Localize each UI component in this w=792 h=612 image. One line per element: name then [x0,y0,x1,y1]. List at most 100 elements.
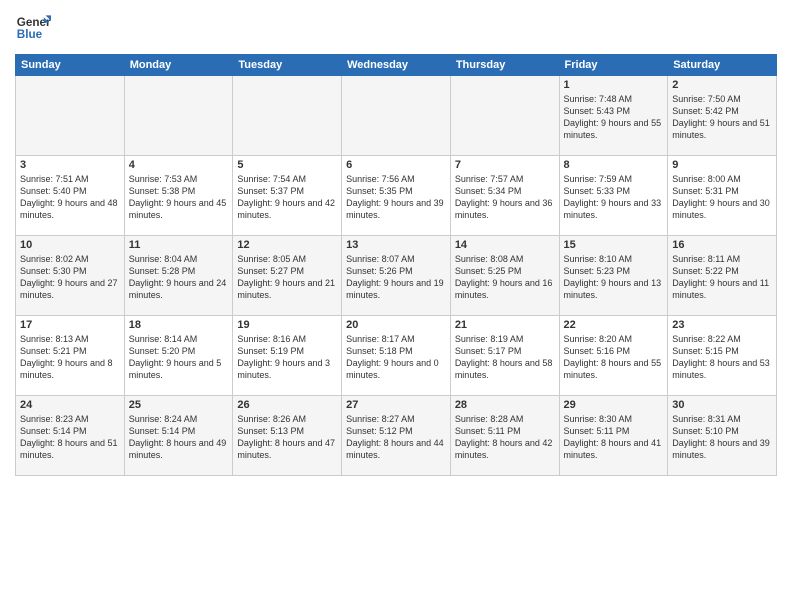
day-info: Sunrise: 8:05 AMSunset: 5:27 PMDaylight:… [237,253,337,302]
day-number: 21 [455,319,555,331]
day-number: 24 [20,399,120,411]
day-number: 14 [455,239,555,251]
calendar-cell-26: 26Sunrise: 8:26 AMSunset: 5:13 PMDayligh… [233,396,342,476]
weekday-header-saturday: Saturday [668,55,777,76]
calendar-cell-24: 24Sunrise: 8:23 AMSunset: 5:14 PMDayligh… [16,396,125,476]
day-info: Sunrise: 8:02 AMSunset: 5:30 PMDaylight:… [20,253,120,302]
calendar-cell-5: 5Sunrise: 7:54 AMSunset: 5:37 PMDaylight… [233,156,342,236]
logo-icon: General Blue [15,10,51,46]
day-info: Sunrise: 8:11 AMSunset: 5:22 PMDaylight:… [672,253,772,302]
day-number: 29 [564,399,664,411]
calendar-cell-20: 20 Sunrise: 8:17 AMSunset: 5:18 PMDayligh… [342,316,451,396]
calendar-cell-30: 30 Sunrise: 8:31 AMSunset: 5:10 PMDayligh… [668,396,777,476]
day-number: 19 [237,319,337,331]
day-number: 23 [672,319,772,331]
day-info: Sunrise: 7:51 AMSunset: 5:40 PMDaylight:… [20,173,120,222]
calendar-cell-11: 11 Sunrise: 8:04 AMSunset: 5:28 PMDayligh… [124,236,233,316]
svg-text:Blue: Blue [17,28,43,41]
calendar-cell-29: 29 Sunrise: 8:30 AMSunset: 5:11 PMDayligh… [559,396,668,476]
calendar-cell-25: 25 Sunrise: 8:24 AMSunset: 5:14 PMDayligh… [124,396,233,476]
day-info: Sunrise: 7:48 AMSunset: 5:43 PMDaylight:… [564,93,664,142]
weekday-header-friday: Friday [559,55,668,76]
calendar-cell-empty [233,76,342,156]
day-info: Sunrise: 7:59 AMSunset: 5:33 PMDaylight:… [564,173,664,222]
calendar-cell-17: 17 Sunrise: 8:13 AMSunset: 5:21 PMDayligh… [16,316,125,396]
day-number: 25 [129,399,229,411]
day-info: Sunrise: 8:13 AMSunset: 5:21 PMDaylight:… [20,333,120,382]
day-number: 22 [564,319,664,331]
calendar-cell-27: 27 Sunrise: 8:27 AMSunset: 5:12 PMDayligh… [342,396,451,476]
calendar-table: SundayMondayTuesdayWednesdayThursdayFrid… [15,54,777,476]
calendar-cell-4: 4Sunrise: 7:53 AMSunset: 5:38 PMDaylight… [124,156,233,236]
weekday-header-thursday: Thursday [450,55,559,76]
calendar-cell-1: 1 Sunrise: 7:48 AMSunset: 5:43 PMDaylight… [559,76,668,156]
day-info: Sunrise: 8:24 AMSunset: 5:14 PMDaylight:… [129,413,229,462]
day-info: Sunrise: 8:19 AMSunset: 5:17 PMDaylight:… [455,333,555,382]
calendar-cell-14: 14 Sunrise: 8:08 AMSunset: 5:25 PMDayligh… [450,236,559,316]
logo: General Blue [15,10,51,46]
day-number: 3 [20,159,120,171]
day-number: 11 [129,239,229,251]
day-info: Sunrise: 8:10 AMSunset: 5:23 PMDaylight:… [564,253,664,302]
calendar-cell-18: 18 Sunrise: 8:14 AMSunset: 5:20 PMDayligh… [124,316,233,396]
day-info: Sunrise: 8:17 AMSunset: 5:18 PMDaylight:… [346,333,446,382]
day-info: Sunrise: 8:14 AMSunset: 5:20 PMDaylight:… [129,333,229,382]
day-number: 4 [129,159,229,171]
day-number: 18 [129,319,229,331]
day-info: Sunrise: 7:50 AMSunset: 5:42 PMDaylight:… [672,93,772,142]
header: General Blue [15,10,777,46]
calendar-cell-13: 13 Sunrise: 8:07 AMSunset: 5:26 PMDayligh… [342,236,451,316]
day-number: 13 [346,239,446,251]
day-number: 7 [455,159,555,171]
calendar-cell-10: 10 Sunrise: 8:02 AMSunset: 5:30 PMDayligh… [16,236,125,316]
day-info: Sunrise: 8:22 AMSunset: 5:15 PMDaylight:… [672,333,772,382]
day-info: Sunrise: 8:27 AMSunset: 5:12 PMDaylight:… [346,413,446,462]
day-info: Sunrise: 8:08 AMSunset: 5:25 PMDaylight:… [455,253,555,302]
weekday-header-monday: Monday [124,55,233,76]
day-info: Sunrise: 8:31 AMSunset: 5:10 PMDaylight:… [672,413,772,462]
day-info: Sunrise: 8:28 AMSunset: 5:11 PMDaylight:… [455,413,555,462]
weekday-header-sunday: Sunday [16,55,125,76]
calendar-cell-7: 7Sunrise: 7:57 AMSunset: 5:34 PMDaylight… [450,156,559,236]
calendar-cell-empty [342,76,451,156]
calendar-cell-22: 22 Sunrise: 8:20 AMSunset: 5:16 PMDayligh… [559,316,668,396]
day-info: Sunrise: 8:00 AMSunset: 5:31 PMDaylight:… [672,173,772,222]
day-info: Sunrise: 8:07 AMSunset: 5:26 PMDaylight:… [346,253,446,302]
calendar-cell-19: 19Sunrise: 8:16 AMSunset: 5:19 PMDayligh… [233,316,342,396]
week-row-2: 10 Sunrise: 8:02 AMSunset: 5:30 PMDayligh… [16,236,777,316]
day-number: 15 [564,239,664,251]
calendar-cell-2: 2 Sunrise: 7:50 AMSunset: 5:42 PMDaylight… [668,76,777,156]
calendar-cell-empty [124,76,233,156]
day-number: 8 [564,159,664,171]
day-number: 12 [237,239,337,251]
calendar-cell-9: 9 Sunrise: 8:00 AMSunset: 5:31 PMDaylight… [668,156,777,236]
day-number: 27 [346,399,446,411]
calendar-cell-3: 3 Sunrise: 7:51 AMSunset: 5:40 PMDaylight… [16,156,125,236]
calendar-cell-16: 16 Sunrise: 8:11 AMSunset: 5:22 PMDayligh… [668,236,777,316]
day-number: 30 [672,399,772,411]
day-number: 6 [346,159,446,171]
weekday-header-wednesday: Wednesday [342,55,451,76]
calendar-cell-empty [16,76,125,156]
day-number: 9 [672,159,772,171]
week-row-1: 3 Sunrise: 7:51 AMSunset: 5:40 PMDaylight… [16,156,777,236]
day-info: Sunrise: 7:56 AMSunset: 5:35 PMDaylight:… [346,173,446,222]
day-number: 5 [237,159,337,171]
day-info: Sunrise: 8:26 AMSunset: 5:13 PMDaylight:… [237,413,337,462]
calendar-cell-12: 12 Sunrise: 8:05 AMSunset: 5:27 PMDayligh… [233,236,342,316]
weekday-header-tuesday: Tuesday [233,55,342,76]
day-number: 10 [20,239,120,251]
day-number: 17 [20,319,120,331]
calendar-cell-8: 8 Sunrise: 7:59 AMSunset: 5:33 PMDaylight… [559,156,668,236]
day-info: Sunrise: 8:30 AMSunset: 5:11 PMDaylight:… [564,413,664,462]
day-number: 20 [346,319,446,331]
weekday-header-row: SundayMondayTuesdayWednesdayThursdayFrid… [16,55,777,76]
day-info: Sunrise: 8:04 AMSunset: 5:28 PMDaylight:… [129,253,229,302]
calendar-cell-empty [450,76,559,156]
calendar-cell-21: 21 Sunrise: 8:19 AMSunset: 5:17 PMDayligh… [450,316,559,396]
day-number: 1 [564,79,664,91]
day-number: 2 [672,79,772,91]
page: General Blue SundayMondayTuesdayWednesda… [0,0,792,612]
day-info: Sunrise: 8:20 AMSunset: 5:16 PMDaylight:… [564,333,664,382]
day-number: 16 [672,239,772,251]
